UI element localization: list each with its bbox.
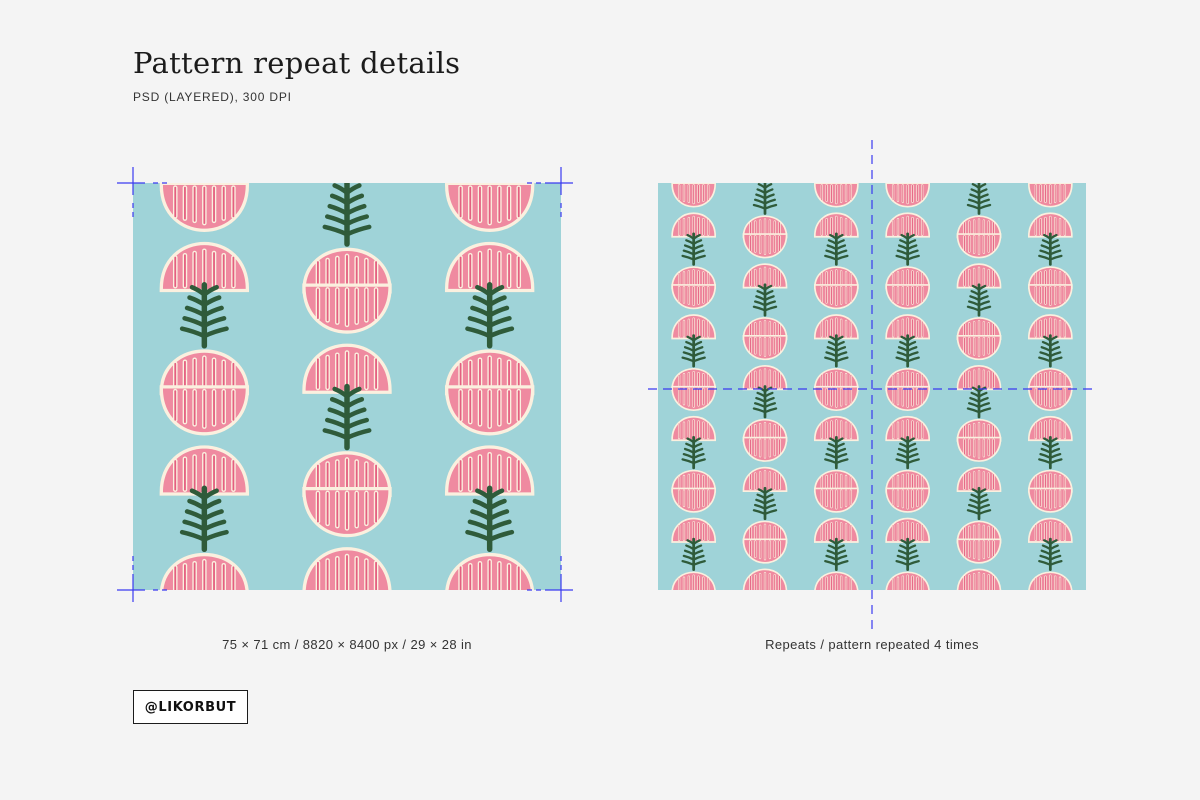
tile-dimensions-caption: 75 × 71 cm / 8820 × 8400 px / 29 × 28 in [222,637,472,652]
author-badge: @LIKORBUT [133,690,248,724]
flower-motifs [159,183,535,590]
page-subtitle: PSD (LAYERED), 300 DPI [133,90,292,104]
repeat-caption: Repeats / pattern repeated 4 times [765,637,979,652]
author-handle: @LIKORBUT [144,699,237,715]
pattern-tile-preview [117,167,573,602]
page-title: Pattern repeat details [133,46,461,80]
pattern-repeat-preview [648,140,1094,635]
